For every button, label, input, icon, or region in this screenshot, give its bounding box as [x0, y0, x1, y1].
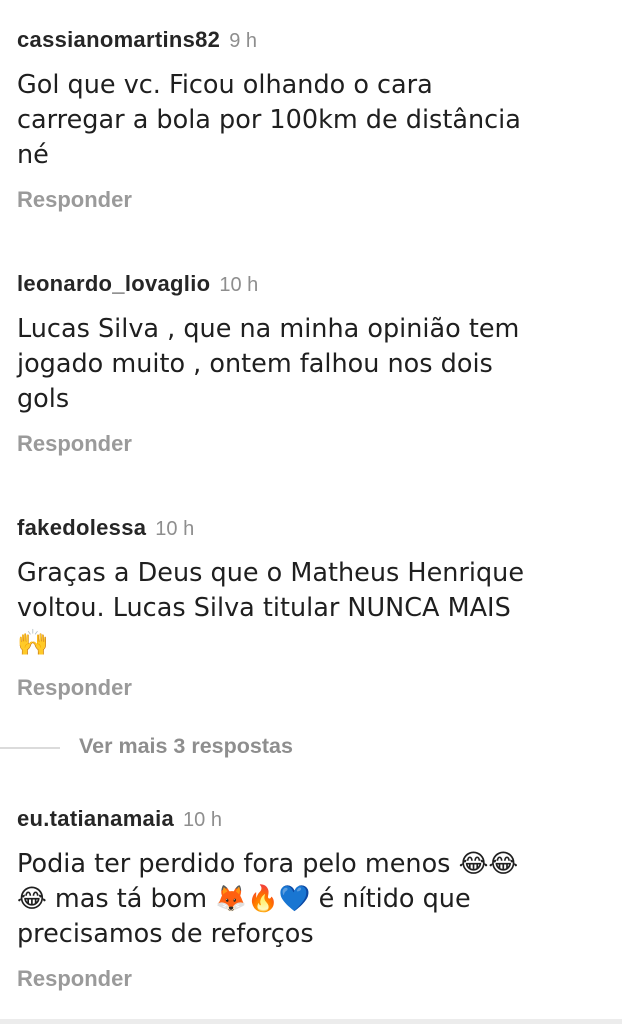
replies-divider-line — [0, 747, 60, 749]
comment-timestamp: 10 h — [155, 518, 195, 540]
comment-username[interactable]: cassianomartins82 — [17, 27, 220, 53]
comment-timestamp: 10 h — [183, 809, 222, 831]
comment-item: fakedolessa 10 h Graças a Deus que o Mat… — [17, 515, 612, 701]
comment-text: Gol que vc. Ficou olhando o cara carrega… — [17, 70, 521, 170]
reply-button[interactable]: Responder — [17, 431, 132, 457]
comment-timestamp: 10 h — [219, 274, 259, 296]
comment-meta: fakedolessa 10 h — [17, 515, 612, 545]
view-more-replies-button[interactable]: Ver mais 3 respostas — [79, 734, 293, 759]
comment-item: eu.tatianamaia 10 h Podia ter perdido fo… — [17, 806, 612, 992]
comment-item: cassianomartins82 9 h Gol que vc. Ficou … — [17, 27, 612, 213]
comment-text: Podia ter perdido fora pelo menos 😂😂 😂 m… — [17, 849, 519, 949]
comment-item: leonardo_lovaglio 10 h Lucas Silva , que… — [17, 271, 612, 457]
comment-meta: cassianomartins82 9 h — [17, 27, 612, 57]
bottom-divider — [0, 1019, 622, 1024]
comment-text: Graças a Deus que o Matheus Henrique vol… — [17, 558, 525, 658]
comment-text: Lucas Silva , que na minha opinião tem j… — [17, 314, 520, 414]
reply-button[interactable]: Responder — [17, 675, 132, 701]
comment-meta: eu.tatianamaia 10 h — [17, 806, 612, 836]
comment-meta: leonardo_lovaglio 10 h — [17, 271, 612, 301]
comment-timestamp: 9 h — [229, 30, 258, 52]
comment-username[interactable]: leonardo_lovaglio — [17, 271, 210, 297]
comment-username[interactable]: eu.tatianamaia — [17, 806, 174, 832]
comment-username[interactable]: fakedolessa — [17, 515, 146, 541]
reply-button[interactable]: Responder — [17, 966, 132, 992]
reply-button[interactable]: Responder — [17, 187, 132, 213]
